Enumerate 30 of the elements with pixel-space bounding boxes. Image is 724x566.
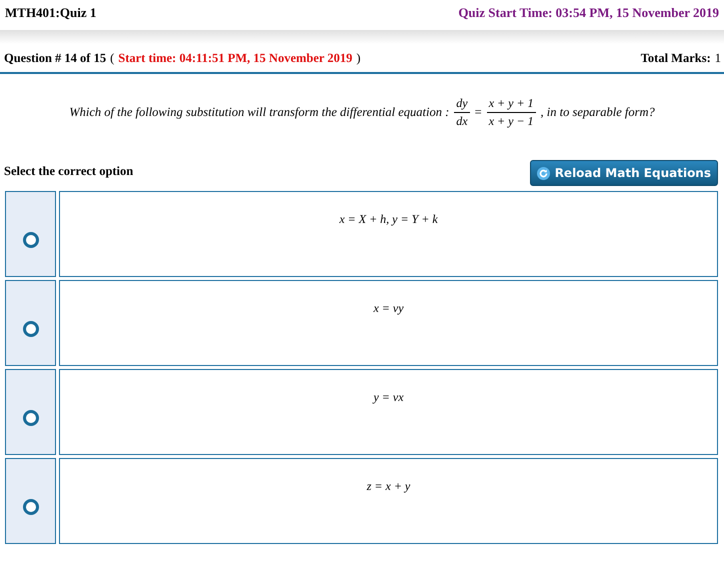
question-text: Which of the following substitution will transform the differential equation : (69, 104, 450, 120)
question-number: Question # 14 of 15 (4, 50, 106, 66)
radio-button[interactable] (22, 410, 38, 426)
option-cell[interactable]: x = vy (59, 280, 718, 366)
option-text: y = vx (373, 390, 404, 405)
option-cell[interactable]: x = X + h, y = Y + k (59, 191, 718, 277)
fraction-denominator: dx (455, 112, 469, 128)
refresh-icon (536, 166, 550, 180)
paren: ( (110, 50, 114, 66)
total-marks-label: Total Marks: (640, 50, 711, 66)
fraction-numerator: x + y + 1 (486, 96, 536, 112)
radio-button[interactable] (22, 232, 38, 248)
option-cell[interactable]: y = vx (59, 369, 718, 455)
reload-button[interactable]: Reload Math Equations (530, 160, 718, 186)
option-cell[interactable]: z = x + y (59, 458, 718, 544)
total-marks-value: 1 (714, 50, 721, 66)
instruction-text: Select the correct option (4, 164, 134, 179)
equals-sign: = (474, 104, 482, 120)
option-text: z = x + y (366, 479, 410, 494)
option-text: x = vy (373, 301, 404, 316)
question-text: , in to separable form? (540, 104, 655, 120)
option-text: x = X + h, y = Y + k (339, 212, 438, 227)
question-start-time: Start time: 04:11:51 PM, 15 November 2019 (118, 50, 352, 66)
radio-button[interactable] (22, 499, 38, 515)
paren: ) (356, 50, 361, 66)
quiz-start-time: Quiz Start Time: 03:54 PM, 15 November 2019 (458, 5, 719, 21)
radio-button[interactable] (22, 321, 38, 337)
fraction-numerator: dy (454, 96, 470, 112)
course-title: MTH401:Quiz 1 (5, 5, 96, 21)
fraction-denominator: x + y − 1 (488, 112, 535, 128)
